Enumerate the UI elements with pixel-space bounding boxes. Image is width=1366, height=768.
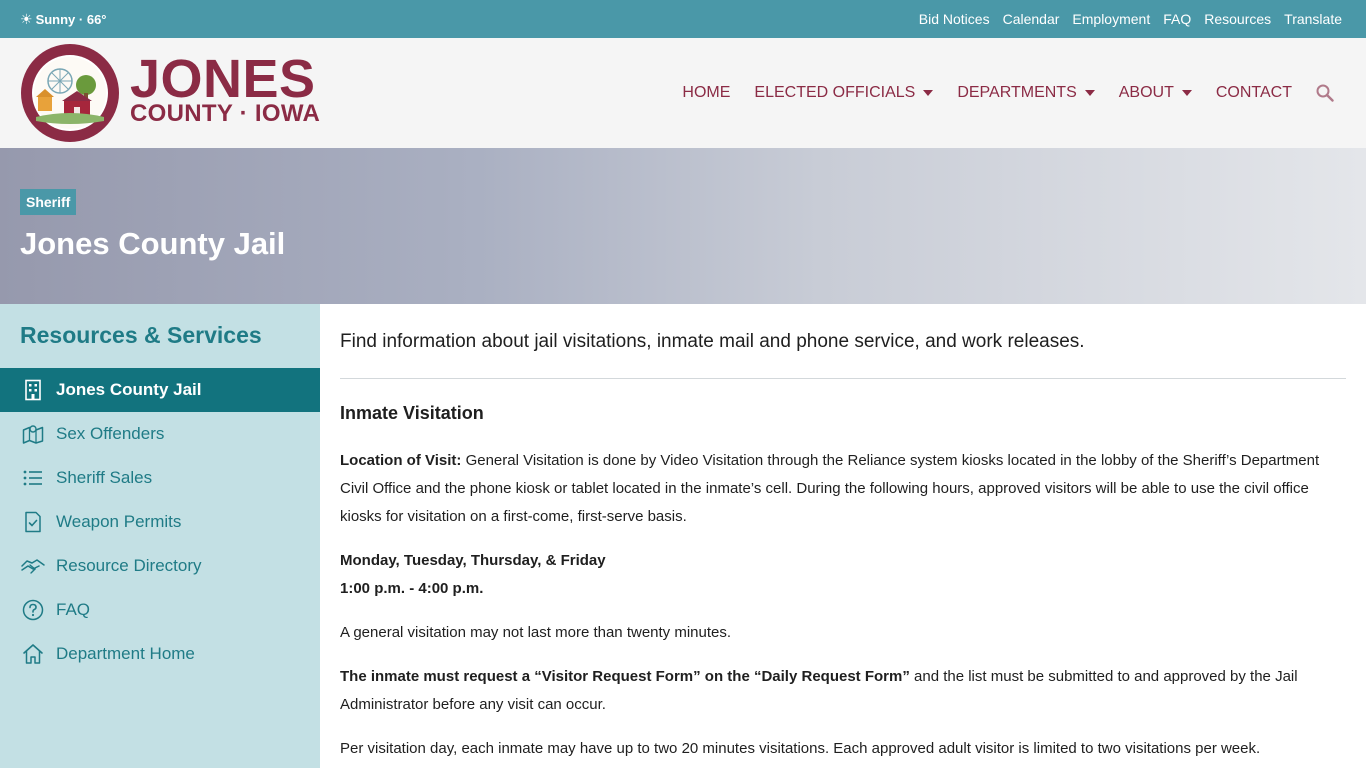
sidebar-item-label: Department Home <box>56 644 195 663</box>
handshake-icon <box>20 555 46 577</box>
sidebar-item-label: Weapon Permits <box>56 512 182 531</box>
brand-subtitle: COUNTY · IOWA <box>130 100 321 127</box>
home-icon <box>20 643 46 665</box>
sidebar-item-sheriff-sales[interactable]: Sheriff Sales <box>0 456 320 500</box>
limit-paragraph: A general visitation may not last more t… <box>340 624 732 641</box>
page-title: Jones County Jail <box>20 226 286 261</box>
sidebar-item-weapon-permits[interactable]: Weapon Permits <box>0 500 320 544</box>
sidebar-item-department-home[interactable]: Department Home <box>0 632 320 676</box>
sidebar-item-resource-directory[interactable]: Resource Directory <box>0 544 320 588</box>
main-content: Find information about jail visitations,… <box>340 304 1346 763</box>
nav-elected-officials[interactable]: ELECTED OFFICIALS <box>754 84 934 102</box>
location-paragraph: Location of Visit: General Visitation is… <box>340 447 1346 531</box>
department-tag[interactable]: Sheriff <box>20 189 77 215</box>
map-icon <box>20 423 46 445</box>
sidebar-item-label: Jones County Jail <box>56 380 202 399</box>
nav-contact[interactable]: CONTACT <box>1216 84 1292 102</box>
sidebar-item-sex-offenders[interactable]: Sex Offenders <box>0 412 320 456</box>
calendar-link[interactable]: Calendar <box>1003 11 1060 27</box>
list-icon <box>20 467 46 489</box>
nav-departments[interactable]: DEPARTMENTS <box>957 84 1095 102</box>
sidebar-item-jones-county-jail[interactable]: Jones County Jail <box>0 368 320 412</box>
nav-home-label: HOME <box>682 84 731 101</box>
utility-links: Bid Notices Calendar Employment FAQ Reso… <box>906 0 1342 38</box>
weather-widget[interactable]: ☀ Sunny · 66° <box>20 0 107 38</box>
translate-link[interactable]: Translate <box>1284 11 1342 27</box>
request-paragraph: The inmate must request a “Visitor Reque… <box>340 663 1346 719</box>
sidebar-item-label: Sheriff Sales <box>56 468 153 487</box>
nav-departments-label: DEPARTMENTS <box>957 84 1077 101</box>
divider <box>340 378 1346 379</box>
visit-days: Monday, Tuesday, Thursday, & Friday <box>340 552 606 569</box>
sidebar-heading: Resources & Services <box>20 322 262 348</box>
document-check-icon <box>20 511 46 533</box>
brand-title: JONES <box>130 49 316 109</box>
bid-notices-link[interactable]: Bid Notices <box>919 11 990 27</box>
sidebar-item-label: Resource Directory <box>56 556 202 575</box>
building-icon <box>20 379 46 401</box>
sidebar-item-faq[interactable]: FAQ <box>0 588 320 632</box>
per-day-paragraph: Per visitation day, each inmate may have… <box>340 740 1261 757</box>
main-nav: HOME ELECTED OFFICIALS DEPARTMENTS ABOUT… <box>658 38 1334 148</box>
faq-link[interactable]: FAQ <box>1163 11 1191 27</box>
site-brand[interactable]: JONES COUNTY · IOWA <box>130 52 320 126</box>
sun-icon: ☀ <box>20 10 33 27</box>
county-seal-logo[interactable] <box>20 43 120 143</box>
nav-home[interactable]: HOME <box>682 84 730 102</box>
caret-down-icon <box>1084 90 1095 96</box>
request-bold: The inmate must request a “Visitor Reque… <box>340 668 910 685</box>
intro-text: Find information about jail visitations,… <box>340 331 1085 352</box>
section-title: Inmate Visitation <box>340 403 484 423</box>
location-text: General Visitation is done by Video Visi… <box>340 452 1320 525</box>
hours-paragraph: Monday, Tuesday, Thursday, & Friday 1:00 … <box>340 547 1346 603</box>
sidebar-menu: Jones County Jail Sex Offenders Sheriff … <box>0 368 320 676</box>
caret-down-icon <box>1181 90 1192 96</box>
weather-text: Sunny · 66° <box>35 11 107 27</box>
question-icon <box>20 599 46 621</box>
nav-contact-label: CONTACT <box>1215 84 1292 101</box>
nav-elected-officials-label: ELECTED OFFICIALS <box>754 84 916 101</box>
site-header: JONES COUNTY · IOWA HOME ELECTED OFFICIA… <box>0 38 1366 148</box>
resources-link[interactable]: Resources <box>1204 11 1271 27</box>
nav-about-label: ABOUT <box>1118 84 1174 101</box>
sidebar-item-label: FAQ <box>56 600 91 619</box>
utility-bar: ☀ Sunny · 66° Bid Notices Calendar Emplo… <box>0 0 1366 38</box>
page-hero: Sheriff Jones County Jail <box>0 148 1366 304</box>
visit-hours: 1:00 p.m. - 4:00 p.m. <box>340 580 484 597</box>
caret-down-icon <box>923 90 934 96</box>
employment-link[interactable]: Employment <box>1072 11 1150 27</box>
nav-about[interactable]: ABOUT <box>1119 84 1192 102</box>
location-label: Location of Visit: <box>340 452 462 469</box>
sidebar-item-label: Sex Offenders <box>56 424 165 443</box>
search-icon[interactable] <box>1316 84 1334 102</box>
sidebar: Resources & Services Jones County Jail S… <box>0 304 320 768</box>
